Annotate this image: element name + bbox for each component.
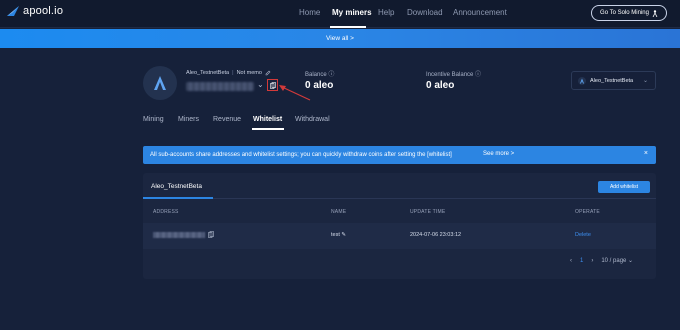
logo[interactable]: apool.io	[6, 5, 63, 17]
page-size-select[interactable]: 10 / page ⌄	[601, 257, 633, 264]
aleo-icon	[578, 76, 586, 85]
nav-my-miners[interactable]: My miners	[332, 8, 372, 17]
nav-help[interactable]: Help	[378, 8, 394, 17]
whitelist-panel: Aleo_TestnetBeta Add whitelist ADDRESS N…	[143, 173, 656, 279]
incentive-balance-value: 0 aleo	[426, 80, 455, 91]
edit-icon[interactable]: ✎	[341, 232, 346, 238]
solo-mining-label: Go To Solo Mining	[600, 10, 649, 16]
nav-download[interactable]: Download	[407, 8, 443, 17]
add-whitelist-button[interactable]: Add whitelist	[598, 181, 650, 193]
miner-icon	[652, 9, 658, 17]
edit-icon[interactable]	[265, 70, 271, 76]
panel-tab-indicator	[143, 197, 213, 199]
tab-revenue[interactable]: Revenue	[213, 116, 241, 123]
tab-mining[interactable]: Mining	[143, 116, 164, 123]
column-header-operate: OPERATE	[575, 209, 600, 215]
column-header-update-time: UPDATE TIME	[410, 209, 446, 215]
tab-active-indicator	[252, 128, 284, 130]
account-separator: |	[232, 70, 234, 76]
copy-icon	[269, 81, 276, 89]
chevron-down-icon: ⌄	[642, 78, 648, 84]
next-page-button[interactable]: ›	[591, 258, 593, 264]
banner-text: View all >	[326, 35, 354, 42]
nav-announcement[interactable]: Announcement	[453, 8, 507, 17]
see-more-link[interactable]: See more >	[483, 151, 514, 157]
solo-mining-button[interactable]: Go To Solo Mining	[591, 5, 667, 21]
balance-label: Balance ⓘ	[305, 72, 335, 78]
whitelist-name: test ✎	[331, 232, 347, 238]
column-header-address: ADDRESS	[153, 209, 179, 215]
copy-icon[interactable]	[208, 231, 214, 238]
info-banner: All sub-accounts share addresses and whi…	[143, 146, 656, 164]
announcement-banner[interactable]: View all >	[0, 29, 680, 48]
masked-whitelist-address	[153, 232, 205, 238]
info-icon[interactable]: ⓘ	[475, 72, 481, 78]
masked-address	[186, 82, 254, 91]
current-page[interactable]: 1	[580, 258, 583, 264]
pagination: ‹ 1 › 10 / page ⌄	[570, 257, 633, 265]
panel-header: Aleo_TestnetBeta Add whitelist	[143, 173, 656, 199]
logo-text: apool.io	[23, 5, 64, 17]
nav-home[interactable]: Home	[299, 8, 320, 17]
whitelist-update-time: 2024-07-06 23:03:12	[410, 232, 462, 238]
balance-value: 0 aleo	[305, 80, 334, 91]
avatar	[143, 66, 177, 100]
account-name: Aleo_TestnetBeta	[186, 70, 230, 76]
nav-active-indicator	[330, 26, 366, 28]
close-icon[interactable]: ×	[644, 150, 648, 157]
aleo-logo-icon	[154, 76, 166, 90]
delete-button[interactable]: Delete	[575, 232, 591, 238]
tab-withdrawal[interactable]: Withdrawal	[295, 116, 330, 123]
chevron-down-icon[interactable]: ⌄	[257, 80, 264, 89]
account-select[interactable]: Aleo_TestnetBeta ⌄	[571, 71, 656, 90]
logo-icon	[7, 6, 19, 16]
incentive-balance-label: Incentive Balance ⓘ	[426, 72, 482, 78]
account-select-value: Aleo_TestnetBeta	[590, 77, 634, 84]
tab-miners[interactable]: Miners	[178, 116, 199, 123]
account-info: Aleo_TestnetBeta | Not memo	[186, 70, 271, 76]
info-banner-text: All sub-accounts share addresses and whi…	[150, 152, 452, 158]
column-header-name: NAME	[331, 209, 347, 215]
info-icon[interactable]: ⓘ	[328, 72, 334, 78]
prev-page-button[interactable]: ‹	[570, 258, 572, 264]
panel-title[interactable]: Aleo_TestnetBeta	[151, 183, 202, 190]
tab-whitelist[interactable]: Whitelist	[253, 116, 282, 123]
account-memo: Not memo	[236, 70, 262, 76]
top-nav: apool.io Home My miners Help Download An…	[0, 0, 680, 28]
